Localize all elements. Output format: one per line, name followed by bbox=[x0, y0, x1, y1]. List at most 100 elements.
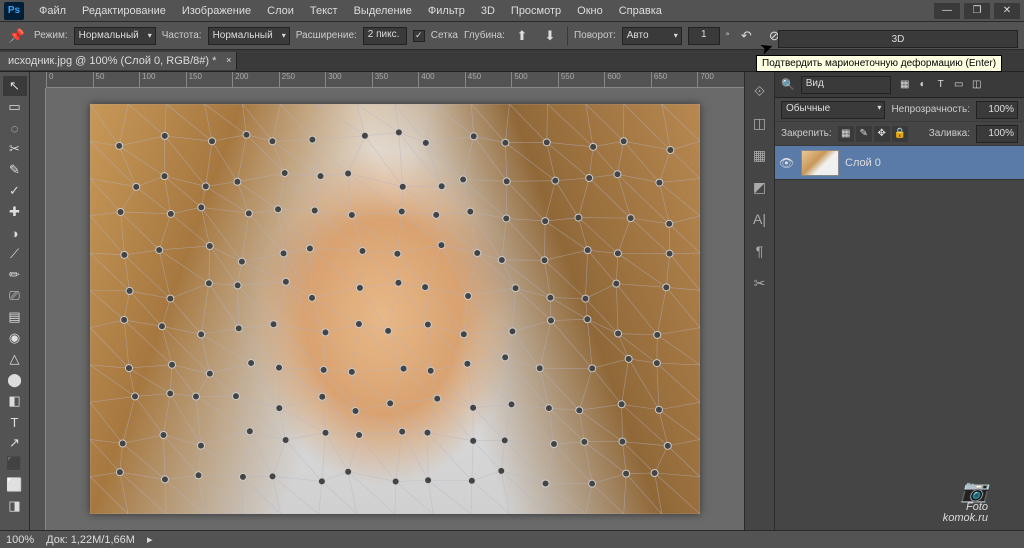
mode-dropdown[interactable]: Нормальный bbox=[74, 27, 156, 45]
fill-label: Заливка: bbox=[929, 128, 970, 139]
menu-3d[interactable]: 3D bbox=[474, 3, 502, 19]
filter-shape-icon[interactable]: ▭ bbox=[951, 77, 967, 93]
watermark: 📷 Foto komok.ru bbox=[943, 480, 988, 524]
layers-search-row: 🔍 Вид ▦ ◐ T ▭ ◫ bbox=[775, 72, 1024, 98]
filter-type-icon[interactable]: T bbox=[933, 77, 949, 93]
hand-tool[interactable]: ↗ bbox=[3, 433, 27, 453]
type-tool[interactable]: ⬤ bbox=[3, 370, 27, 390]
lock-transparent-icon[interactable]: ▦ bbox=[838, 126, 854, 142]
angle-input[interactable]: 1 bbox=[688, 27, 720, 45]
properties-panel-icon[interactable]: ▦ bbox=[749, 144, 771, 166]
menu-layers[interactable]: Слои bbox=[260, 3, 301, 19]
marquee-tool[interactable]: ▭ bbox=[3, 97, 27, 117]
collapsed-panels: ⟐ ◫ ▦ ◩ A| ¶ ✂ bbox=[744, 72, 774, 530]
dodge-tool[interactable]: ◉ bbox=[3, 328, 27, 348]
maximize-button[interactable]: ❐ bbox=[964, 3, 990, 19]
lock-pixels-icon[interactable]: ✎ bbox=[856, 126, 872, 142]
healing-tool[interactable]: ✓ bbox=[3, 181, 27, 201]
layer-name[interactable]: Слой 0 bbox=[845, 157, 881, 169]
filter-pixel-icon[interactable]: ▦ bbox=[897, 77, 913, 93]
layer-thumbnail[interactable] bbox=[801, 150, 839, 176]
document-tab[interactable]: исходник.jpg @ 100% (Слой 0, RGB/8#) * × bbox=[0, 52, 237, 70]
shape-tool[interactable]: T bbox=[3, 412, 27, 432]
density-label: Частота: bbox=[162, 30, 202, 41]
filter-smart-icon[interactable]: ◫ bbox=[969, 77, 985, 93]
status-arrow-icon[interactable]: ▸ bbox=[147, 533, 153, 546]
status-bar: 100% Док: 1,22M/1,66M ▸ bbox=[0, 530, 1024, 548]
photo-content bbox=[90, 104, 700, 514]
brush-tool[interactable]: ✚ bbox=[3, 202, 27, 222]
ruler-vertical[interactable] bbox=[30, 88, 46, 530]
blur-tool[interactable]: ▤ bbox=[3, 307, 27, 327]
lock-position-icon[interactable]: ✥ bbox=[874, 126, 890, 142]
layer-filter-dropdown[interactable]: Вид bbox=[801, 76, 891, 94]
actions-panel-icon[interactable]: ◫ bbox=[749, 112, 771, 134]
reset-icon[interactable]: ↶ bbox=[735, 25, 757, 47]
pen-tool[interactable]: △ bbox=[3, 349, 27, 369]
stamp-tool[interactable]: ◑ bbox=[3, 223, 27, 243]
app-logo: Ps bbox=[4, 2, 24, 20]
history-panel-icon[interactable]: ⟐ bbox=[749, 80, 771, 102]
workspace-dropdown[interactable]: 3D bbox=[778, 30, 1018, 48]
density-dropdown[interactable]: Нормальный bbox=[208, 27, 290, 45]
lock-icons: ▦ ✎ ✥ 🔒 bbox=[838, 126, 908, 142]
color-swatch[interactable]: ⬜ bbox=[3, 475, 27, 495]
blend-mode-dropdown[interactable]: Обычные bbox=[781, 101, 885, 119]
ruler-horizontal[interactable]: 050 100150 200250 300350 400450 500550 6… bbox=[46, 72, 744, 88]
title-bar: Ps Файл Редактирование Изображение Слои … bbox=[0, 0, 1024, 22]
window-controls: — ❐ ✕ bbox=[934, 3, 1020, 19]
mesh-checkbox[interactable]: ✓ bbox=[413, 30, 425, 42]
depth-label: Глубина: bbox=[464, 30, 505, 41]
eyedropper-tool[interactable]: ✎ bbox=[3, 160, 27, 180]
menu-edit[interactable]: Редактирование bbox=[75, 3, 173, 19]
document-title: исходник.jpg @ 100% (Слой 0, RGB/8#) * bbox=[8, 55, 216, 67]
mode-label: Режим: bbox=[34, 30, 68, 41]
scissors-panel-icon[interactable]: ✂ bbox=[749, 272, 771, 294]
search-icon: 🔍 bbox=[781, 78, 795, 91]
layer-row[interactable]: 👁 Слой 0 bbox=[775, 146, 1024, 180]
zoom-level[interactable]: 100% bbox=[6, 534, 34, 546]
filter-icons: ▦ ◐ T ▭ ◫ bbox=[897, 77, 985, 93]
menu-text[interactable]: Текст bbox=[303, 3, 345, 19]
visibility-icon[interactable]: 👁 bbox=[779, 156, 795, 170]
depth-forward-icon[interactable]: ⬆ bbox=[511, 25, 533, 47]
filter-adjust-icon[interactable]: ◐ bbox=[915, 77, 931, 93]
opacity-label: Непрозрачность: bbox=[891, 104, 970, 115]
adjustments-panel-icon[interactable]: ◩ bbox=[749, 176, 771, 198]
paragraph-panel-icon[interactable]: ¶ bbox=[749, 240, 771, 262]
canvas-viewport[interactable] bbox=[46, 88, 744, 530]
lock-label: Закрепить: bbox=[781, 128, 832, 139]
gradient-tool[interactable]: ⎚ bbox=[3, 286, 27, 306]
menu-file[interactable]: Файл bbox=[32, 3, 73, 19]
minimize-button[interactable]: — bbox=[934, 3, 960, 19]
fill-input[interactable]: 100% bbox=[976, 125, 1018, 143]
close-button[interactable]: ✕ bbox=[994, 3, 1020, 19]
degree-label: ° bbox=[726, 31, 730, 41]
lasso-tool[interactable]: ◌ bbox=[3, 118, 27, 138]
menu-filter[interactable]: Фильтр bbox=[421, 3, 472, 19]
eraser-tool[interactable]: ✏ bbox=[3, 265, 27, 285]
menu-view[interactable]: Просмотр bbox=[504, 3, 568, 19]
move-tool[interactable]: ↖ bbox=[3, 76, 27, 96]
menu-select[interactable]: Выделение bbox=[347, 3, 419, 19]
rotate-dropdown[interactable]: Авто bbox=[622, 27, 682, 45]
menu-window[interactable]: Окно bbox=[570, 3, 610, 19]
zoom-tool[interactable]: ⬛ bbox=[3, 454, 27, 474]
quickmask-tool[interactable]: ◨ bbox=[3, 496, 27, 516]
depth-back-icon[interactable]: ⬇ bbox=[539, 25, 561, 47]
pin-icon[interactable]: 📌 bbox=[6, 25, 28, 47]
rotate-label: Поворот: bbox=[574, 30, 616, 41]
path-select-tool[interactable]: ◧ bbox=[3, 391, 27, 411]
menu-help[interactable]: Справка bbox=[612, 3, 669, 19]
close-tab-icon[interactable]: × bbox=[226, 55, 231, 65]
document-canvas[interactable] bbox=[90, 104, 700, 514]
history-brush-tool[interactable]: ⟋ bbox=[3, 244, 27, 264]
opacity-input[interactable]: 100% bbox=[976, 101, 1018, 119]
menu-image[interactable]: Изображение bbox=[175, 3, 258, 19]
crop-tool[interactable]: ✂ bbox=[3, 139, 27, 159]
character-panel-icon[interactable]: A| bbox=[749, 208, 771, 230]
doc-size[interactable]: Док: 1,22M/1,66M bbox=[46, 534, 135, 546]
lock-all-icon[interactable]: 🔒 bbox=[892, 126, 908, 142]
expansion-input[interactable]: 2 пикс. bbox=[363, 27, 407, 45]
canvas-area: 050 100150 200250 300350 400450 500550 6… bbox=[30, 72, 744, 530]
